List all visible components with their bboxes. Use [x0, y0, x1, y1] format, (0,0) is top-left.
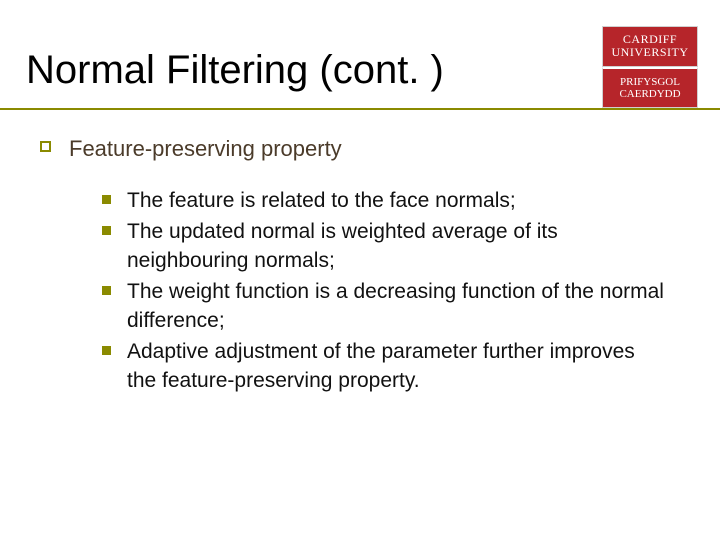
solid-square-bullet-icon	[102, 226, 111, 235]
bullet-level2-group: The feature is related to the face norma…	[102, 186, 680, 395]
slide: Normal Filtering (cont. ) CARDIFF UNIVER…	[0, 0, 720, 540]
logo-bottom-line2: CAERDYDD	[619, 88, 680, 100]
slide-body: Feature-preserving property The feature …	[40, 134, 680, 397]
bullet-level1: Feature-preserving property	[40, 134, 680, 164]
bullet-level2-text: The feature is related to the face norma…	[127, 186, 516, 215]
solid-square-bullet-icon	[102, 195, 111, 204]
university-logo: CARDIFF UNIVERSITY PRIFYSGOL CAERDYDD	[602, 26, 698, 108]
logo-top: CARDIFF UNIVERSITY	[602, 26, 698, 67]
bullet-level2-text: Adaptive adjustment of the parameter fur…	[127, 337, 667, 395]
logo-top-line1: CARDIFF	[623, 32, 677, 46]
logo-bottom-line1: PRIFYSGOL	[620, 76, 680, 88]
slide-title: Normal Filtering (cont. )	[26, 48, 444, 93]
bullet-level2-text: The updated normal is weighted average o…	[127, 217, 667, 275]
bullet-level2: Adaptive adjustment of the parameter fur…	[102, 337, 680, 395]
bullet-level1-text: Feature-preserving property	[69, 134, 342, 164]
logo-top-text: CARDIFF UNIVERSITY	[612, 33, 689, 59]
logo-bottom-text: PRIFYSGOL CAERDYDD	[619, 76, 680, 100]
bullet-level2-text: The weight function is a decreasing func…	[127, 277, 667, 335]
title-underline	[0, 108, 720, 110]
logo-top-line2: UNIVERSITY	[612, 45, 689, 59]
solid-square-bullet-icon	[102, 286, 111, 295]
bullet-level2: The updated normal is weighted average o…	[102, 217, 680, 275]
logo-bottom: PRIFYSGOL CAERDYDD	[602, 67, 698, 109]
bullet-level2: The weight function is a decreasing func…	[102, 277, 680, 335]
hollow-square-bullet-icon	[40, 141, 51, 152]
solid-square-bullet-icon	[102, 346, 111, 355]
bullet-level2: The feature is related to the face norma…	[102, 186, 680, 215]
